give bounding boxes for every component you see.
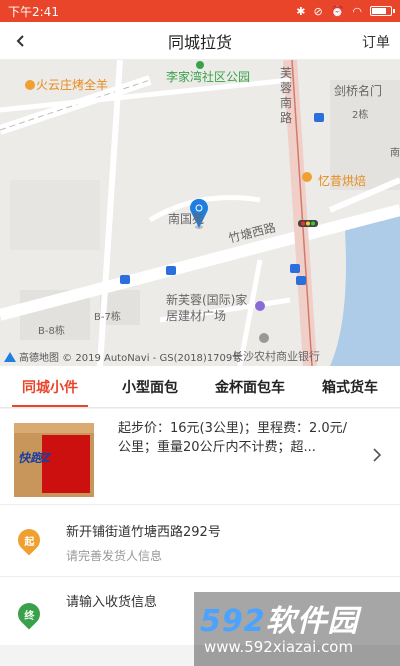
hotel-poi-icon: [255, 301, 265, 311]
silent-icon: ⊘: [313, 4, 323, 18]
bus-stop-icon: [120, 275, 130, 284]
map-label-block-b7: B-7栋: [94, 312, 121, 323]
tab-vehicle-2[interactable]: 金杯面包车: [200, 366, 300, 407]
restaurant-poi-icon: [25, 80, 35, 90]
vehicle-pricing-text: 起步价：16元(3公里)；里程费：2.0元/公里；重量20公斤内不计费；超...: [118, 421, 348, 455]
map-label-road-vertical: 芙蓉南路: [280, 66, 293, 125]
tab-vehicle-3[interactable]: 箱式货车: [300, 366, 400, 407]
watermark-brand: 592软件园: [200, 604, 359, 639]
bus-stop-icon: [296, 276, 306, 285]
parcel-box-image: 快跑Z: [14, 423, 94, 499]
sender-info-hint: 请完善发货人信息: [66, 549, 163, 563]
start-pin-icon: 起: [13, 524, 45, 556]
watermark-url: www.592xiazai.com: [204, 638, 354, 656]
tab-vehicle-1[interactable]: 小型面包: [100, 366, 200, 407]
chevron-right-icon[interactable]: [372, 447, 382, 463]
map-label-south: 南: [390, 148, 400, 159]
map-label-park: 李家湾社区公园: [166, 70, 251, 84]
vehicle-tabs: 同城小件 小型面包 金杯面包车 箱式货车: [0, 366, 400, 408]
map-copyright: 高德地图 © 2019 AutoNavi - GS(2018)1709号: [4, 349, 242, 364]
map-label-bakery: 忆昔烘焙: [318, 174, 367, 188]
map-view[interactable]: 火云庄烤全羊 李家湾社区公园 剑桥名门 芙蓉南路 2栋 忆昔烘焙 南 南国苑 竹…: [0, 60, 400, 366]
page-title: 同城拉货: [167, 32, 232, 52]
map-label-community: 剑桥名门: [334, 84, 383, 98]
sender-address: 新开铺街道竹塘西路292号: [66, 525, 221, 540]
wifi-icon: ◠: [352, 4, 362, 18]
map-label-restaurant: 火云庄烤全羊: [36, 78, 109, 92]
bus-stop-icon: [314, 113, 324, 122]
tab-vehicle-0[interactable]: 同城小件: [0, 366, 100, 407]
site-watermark: 592软件园 www.592xiazai.com: [194, 592, 400, 666]
bus-stop-icon: [166, 266, 176, 275]
vehicle-info-card[interactable]: 快跑Z 起步价：16元(3公里)；里程费：2.0元/公里；重量20公斤内不计费；…: [0, 409, 400, 505]
map-label-building-market: 新芙蓉(国际)家居建材广场: [166, 293, 248, 323]
status-time: 下午2:41: [8, 4, 59, 19]
bakery-poi-icon: [302, 172, 312, 182]
building-poi-icon: [259, 333, 269, 343]
map-label-block-2: 2栋: [352, 110, 369, 121]
map-label-block-b8: B-8栋: [38, 326, 65, 337]
amap-logo-icon: [4, 351, 16, 362]
status-bar: 下午2:41 ✱ ⊘ ⏰ ◠: [0, 0, 400, 22]
bus-stop-icon: [290, 264, 300, 273]
battery-icon: [370, 6, 395, 16]
orders-button[interactable]: 订单: [362, 32, 390, 52]
bluetooth-icon: ✱: [296, 4, 306, 18]
end-pin-icon: 终: [13, 598, 45, 630]
nav-header: 同城拉货 订单: [0, 22, 400, 60]
parcel-box-text: 快跑Z: [18, 451, 51, 465]
receiver-info-hint: 请输入收货信息: [66, 595, 158, 610]
map-label-residence: 南国苑: [168, 212, 205, 226]
back-arrow-icon[interactable]: [8, 28, 34, 54]
sender-address-row[interactable]: 起 新开铺街道竹塘西路292号 请完善发货人信息: [0, 505, 400, 577]
alarm-icon: ⏰: [330, 4, 345, 18]
map-label-bank: 长沙农村商业银行: [232, 350, 320, 363]
